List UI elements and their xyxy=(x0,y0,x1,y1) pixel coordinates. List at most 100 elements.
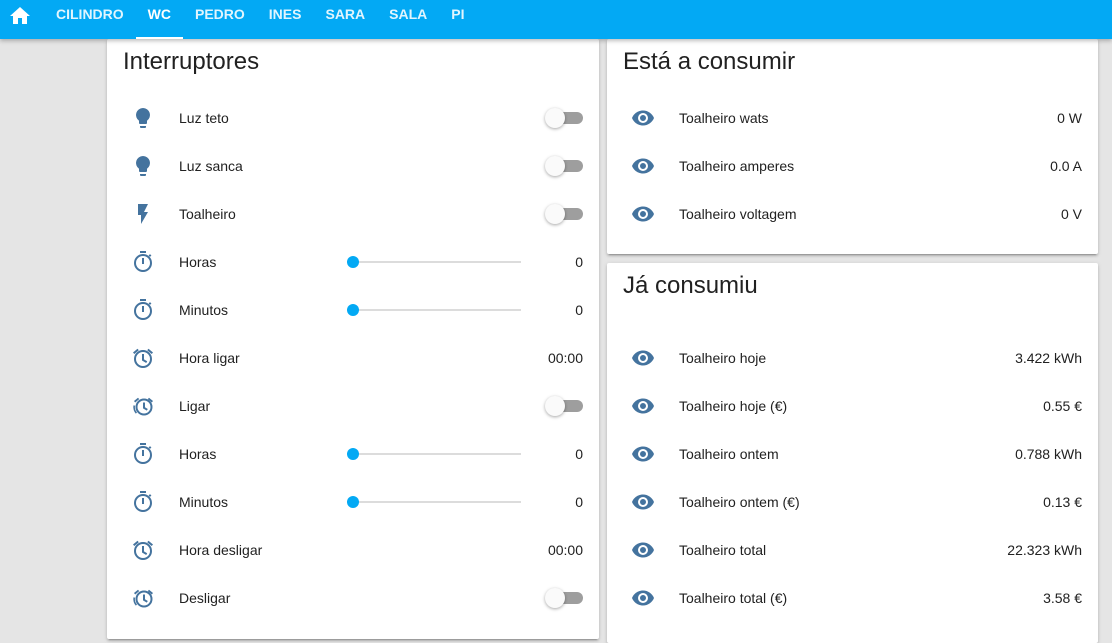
entity-row-toalheiro-hoje[interactable]: Toalheiro hoje 3.422 kWh xyxy=(607,334,1098,382)
slider[interactable] xyxy=(347,444,521,464)
entity-row-toalheiro-voltagem[interactable]: Toalheiro voltagem 0 V xyxy=(607,190,1098,238)
alarm-snooze-icon xyxy=(131,394,155,418)
slider[interactable] xyxy=(347,300,521,320)
entity-row-ligar[interactable]: Ligar xyxy=(107,382,599,430)
entity-row-toalheiro[interactable]: Toalheiro xyxy=(107,190,599,238)
entity-row-toalheiro-amperes[interactable]: Toalheiro amperes 0.0 A xyxy=(607,142,1098,190)
entity-label: Ligar xyxy=(179,398,211,414)
entity-label: Horas xyxy=(179,254,217,270)
slider[interactable] xyxy=(347,492,521,512)
card-title: Está a consumir xyxy=(623,48,796,75)
entity-value: 00:00 xyxy=(547,542,583,558)
entity-value: 0 W xyxy=(1057,110,1082,126)
entity-value: 0 xyxy=(575,494,583,510)
eye-icon xyxy=(631,106,655,130)
entity-label: Toalheiro hoje (€) xyxy=(679,398,788,414)
entity-label: Hora ligar xyxy=(179,350,240,366)
entity-row-luz-teto[interactable]: Luz teto xyxy=(107,94,599,142)
lightbulb-icon xyxy=(131,154,155,178)
entity-label: Luz sanca xyxy=(179,158,243,174)
eye-icon xyxy=(631,442,655,466)
entity-row-horas[interactable]: Horas 0 xyxy=(107,238,599,286)
entity-label: Desligar xyxy=(179,590,231,606)
entity-row-horas[interactable]: Horas 0 xyxy=(107,430,599,478)
slider-track xyxy=(353,309,521,311)
entity-row-minutos[interactable]: Minutos 0 xyxy=(107,286,599,334)
entity-value: 0 xyxy=(575,302,583,318)
toggle-knob[interactable] xyxy=(545,396,565,416)
interruptores-card: Interruptores Luz teto Luz sanca Toalheiro… xyxy=(107,39,599,639)
entity-row-toalheiro-wats[interactable]: Toalheiro wats 0 W xyxy=(607,94,1098,142)
slider-track xyxy=(353,261,521,263)
alarm-snooze-icon xyxy=(131,586,155,610)
entity-row-toalheiro-hoje[interactable]: Toalheiro hoje (€) 0.55 € xyxy=(607,382,1098,430)
entity-row-desligar[interactable]: Desligar xyxy=(107,574,599,622)
consumir-card: Está a consumir Toalheiro wats 0 W Toalhei… xyxy=(607,39,1098,254)
eye-icon xyxy=(631,586,655,610)
slider-thumb[interactable] xyxy=(347,304,359,316)
toggle-knob[interactable] xyxy=(545,156,565,176)
entity-row-hora-ligar[interactable]: Hora ligar 00:00 xyxy=(107,334,599,382)
toggle-knob[interactable] xyxy=(545,588,565,608)
view-tabs: CILINDRO WC PEDRO INES SARA SALA PI xyxy=(44,0,477,39)
tab-wc[interactable]: WC xyxy=(135,0,184,39)
entity-label: Toalheiro hoje xyxy=(679,350,767,366)
entity-label: Toalheiro voltagem xyxy=(679,206,797,222)
entity-value: 0.0 A xyxy=(1050,158,1082,174)
slider-thumb[interactable] xyxy=(347,256,359,268)
entity-row-toalheiro-ontem[interactable]: Toalheiro ontem 0.788 kWh xyxy=(607,430,1098,478)
eye-icon xyxy=(631,538,655,562)
entity-row-toalheiro-total[interactable]: Toalheiro total (€) 3.58 € xyxy=(607,574,1098,622)
tab-sara[interactable]: SARA xyxy=(313,0,377,39)
entity-label: Toalheiro ontem xyxy=(679,446,779,462)
slider-thumb[interactable] xyxy=(347,496,359,508)
slider-thumb[interactable] xyxy=(347,448,359,460)
entity-value: 3.422 kWh xyxy=(1015,350,1082,366)
timer-icon xyxy=(131,490,155,514)
entity-value: 0.788 kWh xyxy=(1015,446,1082,462)
entity-label: Toalheiro ontem (€) xyxy=(679,494,800,510)
eye-icon xyxy=(631,154,655,178)
entity-value: 3.58 € xyxy=(1043,590,1082,606)
entity-row-luz-sanca[interactable]: Luz sanca xyxy=(107,142,599,190)
entity-value: 0 xyxy=(575,446,583,462)
entity-value: 22.323 kWh xyxy=(1007,542,1082,558)
toggle-switch[interactable] xyxy=(545,588,583,608)
entity-row-minutos[interactable]: Minutos 0 xyxy=(107,478,599,526)
entity-value: 0 V xyxy=(1060,206,1082,222)
entity-label: Toalheiro total xyxy=(679,542,767,558)
tab-cilindro[interactable]: CILINDRO xyxy=(44,0,136,39)
entity-value: 00:00 xyxy=(547,350,583,366)
home-icon[interactable] xyxy=(8,4,32,28)
entity-row-toalheiro-total[interactable]: Toalheiro total 22.323 kWh xyxy=(607,526,1098,574)
timer-icon xyxy=(131,298,155,322)
toggle-switch[interactable] xyxy=(545,108,583,128)
lightbulb-icon xyxy=(131,106,155,130)
eye-icon xyxy=(631,490,655,514)
tab-sala[interactable]: SALA xyxy=(377,0,439,39)
slider[interactable] xyxy=(347,252,521,272)
toggle-knob[interactable] xyxy=(545,204,565,224)
top-app-bar: CILINDRO WC PEDRO INES SARA SALA PI xyxy=(0,0,1112,39)
entity-value: 0.13 € xyxy=(1043,494,1082,510)
tab-pi[interactable]: PI xyxy=(439,0,476,39)
entity-value: 0.55 € xyxy=(1043,398,1082,414)
alarm-icon xyxy=(131,346,155,370)
entity-value: 0 xyxy=(575,254,583,270)
timer-icon xyxy=(131,442,155,466)
tab-pedro[interactable]: PEDRO xyxy=(183,0,257,39)
toggle-knob[interactable] xyxy=(545,108,565,128)
entity-row-hora-desligar[interactable]: Hora desligar 00:00 xyxy=(107,526,599,574)
toggle-switch[interactable] xyxy=(545,396,583,416)
entity-label: Toalheiro xyxy=(179,206,236,222)
entity-row-toalheiro-ontem[interactable]: Toalheiro ontem (€) 0.13 € xyxy=(607,478,1098,526)
flash-icon xyxy=(131,202,155,226)
toggle-switch[interactable] xyxy=(545,204,583,224)
toggle-switch[interactable] xyxy=(545,156,583,176)
timer-icon xyxy=(131,250,155,274)
entity-label: Hora desligar xyxy=(179,542,263,558)
entity-label: Toalheiro amperes xyxy=(679,158,795,174)
tab-ines[interactable]: INES xyxy=(257,0,314,39)
eye-icon xyxy=(631,394,655,418)
slider-track xyxy=(353,501,521,503)
